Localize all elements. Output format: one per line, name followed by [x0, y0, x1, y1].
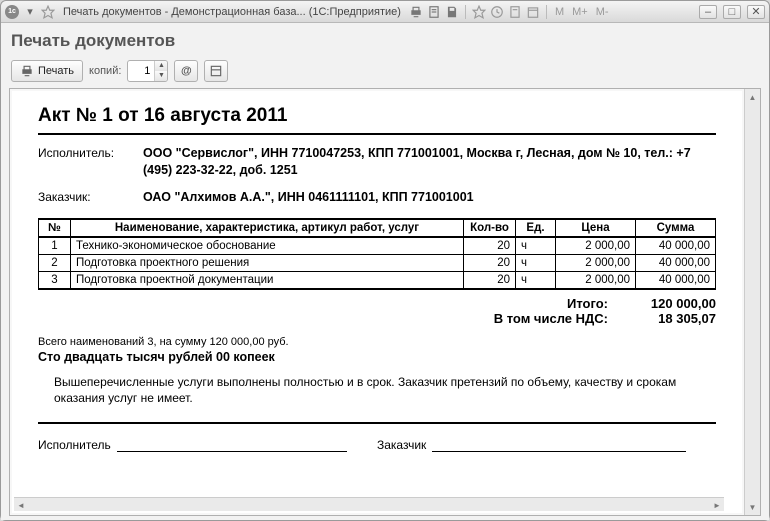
table-header-row: № Наименование, характеристика, артикул …: [39, 219, 716, 237]
star-outline-icon[interactable]: [41, 5, 55, 19]
content-area: Печать документов Печать копий: ▲ ▼ @ Ак…: [1, 23, 769, 520]
scroll-down-icon[interactable]: ▼: [745, 499, 760, 515]
cell-unit: ч: [516, 237, 556, 255]
cell-name: Технико-экономическое обоснование: [71, 237, 464, 255]
scroll-right-icon[interactable]: ►: [710, 498, 724, 512]
cell-sum: 40 000,00: [636, 254, 716, 271]
app-window: 1c ▾ Печать документов - Демонстрационна…: [0, 0, 770, 521]
cell-name: Подготовка проектной документации: [71, 271, 464, 289]
cell-name: Подготовка проектного решения: [71, 254, 464, 271]
print-button[interactable]: Печать: [11, 60, 83, 82]
memory-mplus[interactable]: M+: [570, 6, 590, 18]
customer-row: Заказчик: ОАО "Алхимов А.А.", ИНН 046111…: [38, 189, 716, 206]
col-num: №: [39, 219, 71, 237]
col-unit: Ед.: [516, 219, 556, 237]
totals: Итого: 120 000,00 В том числе НДС: 18 30…: [38, 296, 716, 326]
doc-title: Акт № 1 от 16 августа 2011: [38, 105, 716, 135]
document-body: Акт № 1 от 16 августа 2011 Исполнитель: …: [12, 91, 742, 492]
close-button[interactable]: ✕: [747, 5, 765, 19]
toolbar: Печать копий: ▲ ▼ @: [9, 57, 761, 88]
cell-num: 2: [39, 254, 71, 271]
spin-up-icon[interactable]: ▲: [155, 61, 167, 71]
cell-unit: ч: [516, 271, 556, 289]
note-text: Вышеперечисленные услуги выполнены полно…: [38, 374, 716, 424]
minimize-button[interactable]: –: [699, 5, 717, 19]
cell-qty: 20: [464, 271, 516, 289]
col-sum: Сумма: [636, 219, 716, 237]
sign-performer-line: [117, 440, 347, 452]
table-row: 3Подготовка проектной документации20ч2 0…: [39, 271, 716, 289]
copies-label: копий:: [89, 65, 121, 77]
scroll-left-icon[interactable]: ◄: [14, 498, 28, 512]
print-icon[interactable]: [409, 5, 423, 19]
print-button-label: Печать: [38, 65, 74, 77]
history-icon[interactable]: [490, 5, 504, 19]
window-title: Печать документов - Демонстрационная баз…: [63, 6, 401, 18]
memory-m[interactable]: M: [553, 6, 566, 18]
table-row: 2Подготовка проектного решения20ч2 000,0…: [39, 254, 716, 271]
cell-price: 2 000,00: [556, 271, 636, 289]
sign-customer-line: [432, 440, 686, 452]
printer-icon: [20, 64, 34, 78]
signatures: Исполнитель Заказчик: [38, 438, 716, 452]
copies-stepper[interactable]: ▲ ▼: [127, 60, 168, 82]
vat-value: 18 305,07: [626, 311, 716, 326]
cell-price: 2 000,00: [556, 254, 636, 271]
customer-label: Заказчик:: [38, 189, 133, 206]
scroll-up-icon[interactable]: ▲: [745, 89, 760, 105]
sign-performer-label: Исполнитель: [38, 438, 111, 452]
maximize-button[interactable]: □: [723, 5, 741, 19]
table-row: 1Технико-экономическое обоснование20ч2 0…: [39, 237, 716, 255]
memory-mminus[interactable]: M-: [594, 6, 611, 18]
count-line: Всего наименований 3, на сумму 120 000,0…: [38, 336, 716, 348]
col-qty: Кол-во: [464, 219, 516, 237]
cell-sum: 40 000,00: [636, 237, 716, 255]
calculator-icon[interactable]: [508, 5, 522, 19]
customer-value: ОАО "Алхимов А.А.", ИНН 0461111101, КПП …: [143, 189, 716, 206]
total-value: 120 000,00: [626, 296, 716, 311]
cell-qty: 20: [464, 254, 516, 271]
preview-button[interactable]: @: [174, 60, 198, 82]
page-title: Печать документов: [9, 29, 761, 57]
vertical-scrollbar[interactable]: ▲ ▼: [744, 89, 760, 515]
app-icon: 1c: [5, 5, 19, 19]
items-table: № Наименование, характеристика, артикул …: [38, 218, 716, 290]
performer-row: Исполнитель: ООО "Сервислог", ИНН 771004…: [38, 145, 716, 179]
amount-in-words: Сто двадцать тысяч рублей 00 копеек: [38, 350, 716, 364]
dropdown-icon[interactable]: ▾: [23, 5, 37, 19]
vat-label: В том числе НДС:: [466, 311, 626, 326]
cell-unit: ч: [516, 254, 556, 271]
cell-price: 2 000,00: [556, 237, 636, 255]
settings-button[interactable]: [204, 60, 228, 82]
save-icon[interactable]: [445, 5, 459, 19]
cell-num: 3: [39, 271, 71, 289]
at-icon: @: [181, 65, 192, 77]
total-label: Итого:: [466, 296, 626, 311]
calendar-icon[interactable]: [526, 5, 540, 19]
sign-customer-label: Заказчик: [377, 438, 426, 452]
titlebar: 1c ▾ Печать документов - Демонстрационна…: [1, 1, 769, 23]
favorite-icon[interactable]: [472, 5, 486, 19]
cell-sum: 40 000,00: [636, 271, 716, 289]
col-price: Цена: [556, 219, 636, 237]
performer-label: Исполнитель:: [38, 145, 133, 179]
document-icon[interactable]: [427, 5, 441, 19]
cell-qty: 20: [464, 237, 516, 255]
horizontal-scrollbar[interactable]: ◄ ►: [14, 497, 724, 511]
document-area[interactable]: Акт № 1 от 16 августа 2011 Исполнитель: …: [12, 91, 742, 513]
document-viewport: Акт № 1 от 16 августа 2011 Исполнитель: …: [9, 88, 761, 516]
spin-down-icon[interactable]: ▼: [155, 71, 167, 81]
copies-input[interactable]: [128, 65, 154, 77]
performer-value: ООО "Сервислог", ИНН 7710047253, КПП 771…: [143, 145, 716, 179]
cell-num: 1: [39, 237, 71, 255]
col-name: Наименование, характеристика, артикул ра…: [71, 219, 464, 237]
